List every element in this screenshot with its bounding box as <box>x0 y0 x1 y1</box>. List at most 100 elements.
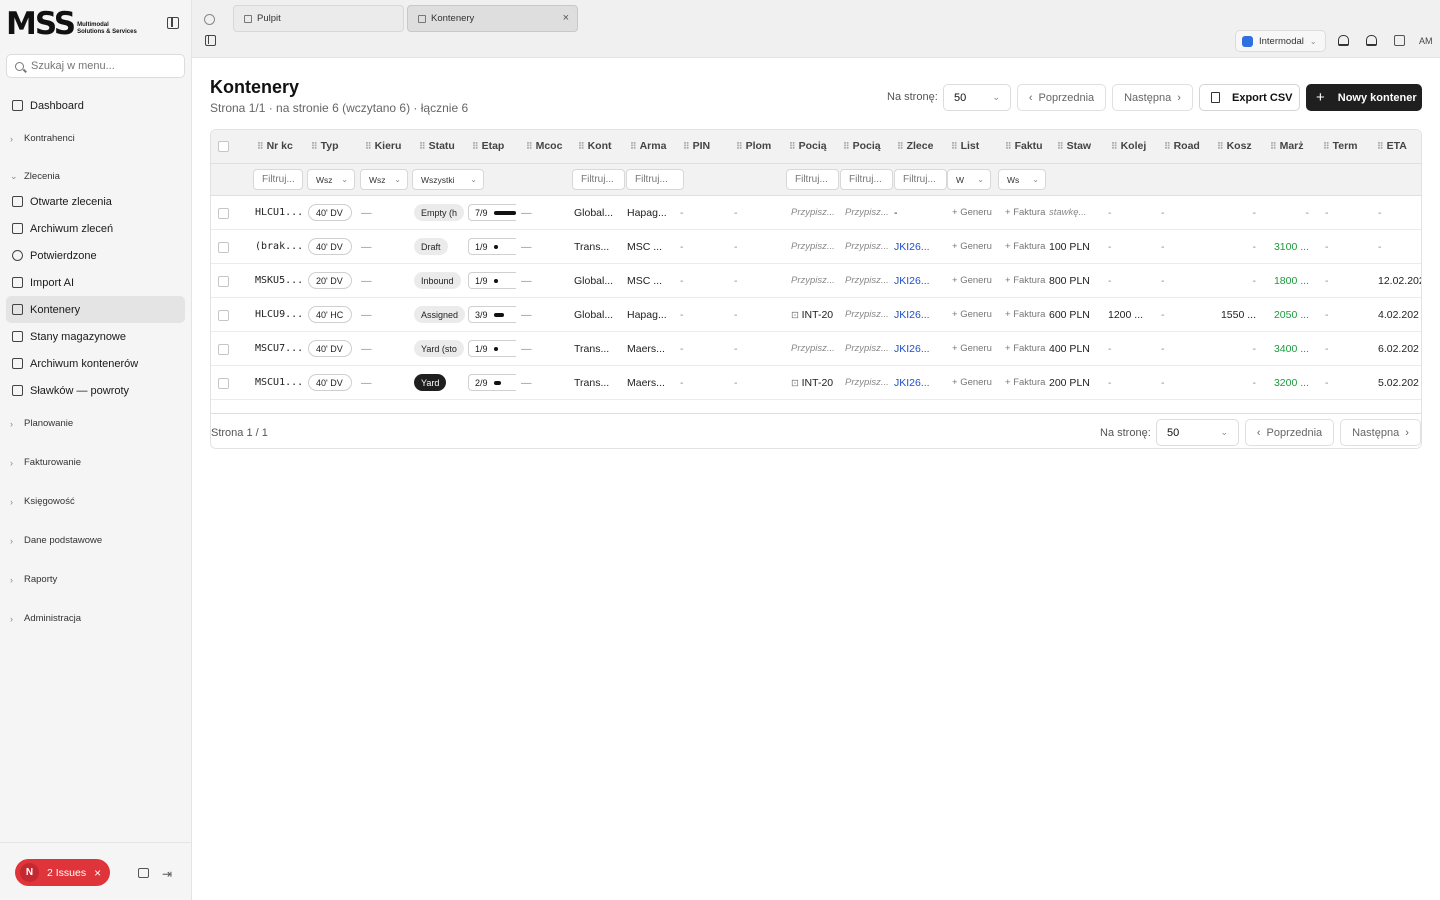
sidebar-item[interactable]: Potwierdzone <box>6 242 185 269</box>
table-row[interactable]: HLCU9... 40' HC — Assigned 3/9 — Global... Hapa… <box>211 298 1421 332</box>
drag-handle-icon[interactable]: ⠿ <box>736 141 743 152</box>
column-header[interactable]: ⠿ Marż <box>1270 140 1318 152</box>
tab-kontenery[interactable]: Kontenery × <box>407 5 578 32</box>
drag-handle-icon[interactable]: ⠿ <box>897 141 904 152</box>
column-header[interactable]: ⠿ Etap <box>472 140 520 152</box>
rate[interactable]: stawkę... <box>1049 207 1099 218</box>
column-header[interactable]: ⠿ Road <box>1164 140 1212 152</box>
column-header[interactable]: ⠿ Term <box>1323 140 1371 152</box>
table-row[interactable]: MSKU5... 20' DV — Inbound 1/9 — Global... MSC .… <box>211 264 1421 298</box>
train-assignment-1[interactable]: ⊡ INT-20 <box>791 309 837 321</box>
sidebar-group[interactable]: › Księgowość <box>6 482 185 521</box>
generate-waybill-button[interactable]: + Generu <box>952 309 996 320</box>
row-checkbox[interactable] <box>218 276 229 287</box>
train-assignment-1[interactable]: Przypisz... <box>791 241 837 252</box>
train-assignment-2[interactable]: Przypisz... <box>845 309 891 320</box>
generate-waybill-button[interactable]: + Generu <box>952 241 996 252</box>
filter-poc1[interactable]: Filtruj... <box>786 169 839 190</box>
sidebar-item[interactable]: Archiwum zleceń <box>6 215 185 242</box>
bell-icon[interactable] <box>1338 35 1349 46</box>
drag-handle-icon[interactable]: ⠿ <box>1164 141 1171 152</box>
sidebar-item[interactable]: Dashboard <box>6 92 185 119</box>
row-checkbox[interactable] <box>218 208 229 219</box>
logo[interactable]: MSS Multimodal Solutions & Services <box>6 9 137 40</box>
logout-icon[interactable]: ⇥ <box>162 867 172 881</box>
container-number[interactable]: (brak... <box>255 241 303 252</box>
train-assignment-1[interactable]: Przypisz... <box>791 275 837 286</box>
order-link[interactable]: JKI26... <box>894 377 934 389</box>
column-header[interactable]: ⠿ ETA <box>1377 140 1421 152</box>
filter-nr[interactable]: Filtruj... <box>253 169 303 190</box>
train-assignment-2[interactable]: Przypisz... <box>845 241 891 252</box>
column-header[interactable]: ⠿ Faktu <box>1005 140 1053 152</box>
drag-handle-icon[interactable]: ⠿ <box>630 141 637 152</box>
status-badge[interactable]: Inbound <box>414 272 461 289</box>
row-checkbox[interactable] <box>218 310 229 321</box>
train-assignment-1[interactable]: Przypisz... <box>791 343 837 354</box>
column-header[interactable]: ⠿ Plom <box>736 140 784 152</box>
close-icon[interactable]: × <box>94 866 101 880</box>
sidebar-group[interactable]: ⌄ Zlecenia <box>6 164 185 188</box>
filter-kont[interactable]: Filtruj... <box>572 169 625 190</box>
filter-status[interactable]: Wszystki ⌄ <box>412 169 484 190</box>
drag-handle-icon[interactable]: ⠿ <box>578 141 585 152</box>
sidebar-group[interactable]: › Raporty <box>6 560 185 599</box>
sidebar-item[interactable]: Otwarte zlecenia <box>6 188 185 215</box>
column-header[interactable]: ⠿ Typ <box>311 140 359 152</box>
sidebar-item[interactable]: Kontenery <box>6 296 185 323</box>
drag-handle-icon[interactable]: ⠿ <box>365 141 372 152</box>
train-assignment-2[interactable]: Przypisz... <box>845 377 891 388</box>
status-badge[interactable]: Yard (sto <box>414 340 464 357</box>
generate-waybill-button[interactable]: + Generu <box>952 207 996 218</box>
filter-zlec[interactable]: Filtruj... <box>894 169 947 190</box>
train-assignment-2[interactable]: Przypisz... <box>845 343 891 354</box>
prev-page-button[interactable]: ‹ Poprzednia <box>1017 84 1106 111</box>
sidebar-group[interactable]: › Dane podstawowe <box>6 521 185 560</box>
train-assignment-1[interactable]: Przypisz... <box>791 207 837 218</box>
column-header[interactable]: ⠿ Pocią <box>789 140 837 152</box>
sidebar-group[interactable]: › Administracja <box>6 599 185 638</box>
order-link[interactable]: JKI26... <box>894 275 934 287</box>
drag-handle-icon[interactable]: ⠿ <box>1111 141 1118 152</box>
close-icon[interactable]: × <box>563 12 569 24</box>
invoice-button[interactable]: + Faktura <box>1005 275 1049 286</box>
drag-handle-icon[interactable]: ⠿ <box>683 141 690 152</box>
table-row[interactable]: MSCU1... 40' DV — Yard 2/9 — Trans... Maers... -… <box>211 366 1421 400</box>
generate-waybill-button[interactable]: + Generu <box>952 275 996 286</box>
column-header[interactable]: ⠿ Kosz <box>1217 140 1265 152</box>
container-number[interactable]: MSCU1... <box>255 377 303 388</box>
column-header[interactable]: ⠿ Pocią <box>843 140 891 152</box>
invoice-button[interactable]: + Faktura <box>1005 377 1049 388</box>
generate-waybill-button[interactable]: + Generu <box>952 377 996 388</box>
menu-search[interactable] <box>6 54 185 78</box>
status-badge[interactable]: Assigned <box>414 306 466 323</box>
filter-typ[interactable]: Wsz ⌄ <box>307 169 355 190</box>
drag-handle-icon[interactable]: ⠿ <box>311 141 318 152</box>
menu-search-input[interactable] <box>31 60 171 72</box>
tabs-icon[interactable] <box>204 14 215 25</box>
issues-badge[interactable]: N 2 Issues × <box>15 859 110 886</box>
new-container-button[interactable]: + Nowy kontener <box>1306 84 1422 111</box>
sidebar-item[interactable]: Stany magazynowe <box>6 323 185 350</box>
filter-fakt[interactable]: Ws ⌄ <box>998 169 1046 190</box>
invoice-button[interactable]: + Faktura <box>1005 309 1049 320</box>
sidebar-group[interactable]: › Kontrahenci <box>6 119 185 158</box>
row-checkbox[interactable] <box>218 378 229 389</box>
column-header[interactable]: ⠿ PIN <box>683 140 731 152</box>
container-number[interactable]: MSCU7... <box>255 343 303 354</box>
table-row[interactable]: HLCU1... 40' DV — Empty (h 7/9 — Global... Hapa… <box>211 196 1421 230</box>
bell-ring-icon[interactable] <box>1366 35 1377 46</box>
drag-handle-icon[interactable]: ⠿ <box>843 141 850 152</box>
sidebar-item[interactable]: Import AI <box>6 269 185 296</box>
invoice-button[interactable]: + Faktura <box>1005 343 1049 354</box>
footer-per-page-select[interactable]: 50 ⌄ <box>1156 419 1239 446</box>
tab-pulpit[interactable]: Pulpit <box>233 5 404 32</box>
invoice-button[interactable]: + Faktura <box>1005 241 1049 252</box>
invoice-button[interactable]: + Faktura <box>1005 207 1049 218</box>
row-checkbox[interactable] <box>218 344 229 355</box>
row-checkbox[interactable] <box>218 242 229 253</box>
container-number[interactable]: MSKU5... <box>255 275 303 286</box>
drag-handle-icon[interactable]: ⠿ <box>789 141 796 152</box>
sidebar-collapse-icon[interactable] <box>167 17 179 29</box>
filter-arma[interactable]: Filtruj... <box>626 169 684 190</box>
